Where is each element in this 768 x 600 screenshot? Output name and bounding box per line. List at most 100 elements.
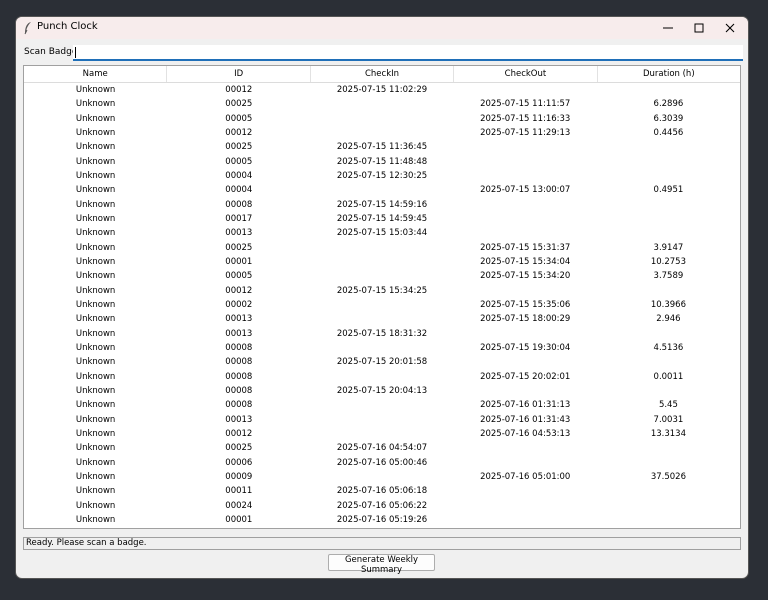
cell-name: Unknown (75, 113, 116, 124)
cell-id: 00012 (225, 428, 253, 439)
cell-name: Unknown (75, 314, 116, 325)
scan-badge-label: Scan Badge: (24, 47, 81, 57)
cell-checkout: 2025-07-16 01:31:13 (480, 400, 571, 411)
table-row[interactable]: Unknown 00024 2025-07-16 05:06:22 (24, 499, 740, 513)
cell-checkout (454, 169, 597, 183)
table-row[interactable]: Unknown 00008 2025-07-16 01:31:13 5.45 (24, 398, 740, 412)
cell-checkout (454, 384, 597, 398)
table-row[interactable]: Unknown 00008 2025-07-15 20:04:13 (24, 384, 740, 398)
close-icon (725, 23, 735, 33)
cell-name: Unknown (75, 213, 116, 224)
feather-icon (24, 22, 31, 35)
table-row[interactable]: Unknown 00004 2025-07-15 12:30:25 (24, 169, 740, 183)
cell-name: Unknown (75, 371, 116, 382)
table-row[interactable]: Unknown 00004 2025-07-15 13:00:07 0.4951 (24, 183, 740, 197)
cell-name: Unknown (75, 185, 116, 196)
table-row[interactable]: Unknown 00025 2025-07-15 11:11:57 6.2896 (24, 97, 740, 111)
cell-checkout (454, 155, 597, 169)
cell-id: 00005 (225, 156, 253, 167)
table-row[interactable]: Unknown 00005 2025-07-15 15:34:20 3.7589 (24, 269, 740, 283)
cell-duration: 5.45 (658, 400, 678, 411)
cell-name: Unknown (75, 342, 116, 353)
cell-checkout: 2025-07-15 19:30:04 (480, 342, 571, 353)
cell-name: Unknown (75, 170, 116, 181)
table-row[interactable]: Unknown 00012 2025-07-15 11:29:13 0.4456 (24, 126, 740, 140)
cell-checkout: 2025-07-16 01:31:43 (480, 414, 571, 425)
table-row[interactable]: Unknown 00025 2025-07-16 04:54:07 (24, 441, 740, 455)
table-row[interactable]: Unknown 00011 2025-07-16 05:06:18 (24, 484, 740, 498)
cell-name: Unknown (75, 471, 116, 482)
scan-row: Scan Badge: (16, 44, 748, 62)
table-row[interactable]: Unknown 00001 2025-07-16 05:19:26 (24, 513, 740, 527)
cell-checkout (454, 499, 597, 513)
cell-checkout: 2025-07-15 15:34:04 (480, 256, 571, 267)
cell-name: Unknown (75, 357, 116, 368)
generate-weekly-summary-button[interactable]: Generate Weekly Summary (328, 554, 435, 575)
table-row[interactable]: Unknown 00006 2025-07-16 05:00:46 (24, 456, 740, 470)
cell-checkin: 2025-07-15 18:31:32 (336, 328, 428, 339)
table-row[interactable]: Unknown 00001 2025-07-15 15:34:04 10.2753 (24, 255, 740, 269)
punch-table[interactable]: Name ID CheckIn CheckOut Duration (h) Un… (23, 65, 741, 529)
column-header-id[interactable]: ID (167, 66, 311, 82)
table-row[interactable]: Unknown 00013 2025-07-15 18:00:29 2.946 (24, 312, 740, 326)
table-row[interactable]: Unknown 00012 2025-07-15 15:34:25 (24, 284, 740, 298)
cell-id: 00009 (225, 471, 253, 482)
table-row[interactable]: Unknown 00012 2025-07-16 04:53:13 13.3134 (24, 427, 740, 441)
cell-checkin: 2025-07-16 05:00:46 (336, 457, 428, 468)
cell-name: Unknown (75, 99, 116, 110)
cell-name: Unknown (75, 457, 116, 468)
cell-name: Unknown (75, 414, 116, 425)
cell-checkin (310, 112, 453, 126)
scan-badge-input[interactable] (73, 45, 743, 61)
cell-checkout (454, 441, 597, 455)
table-row[interactable]: Unknown 00013 2025-07-15 15:03:44 (24, 226, 740, 240)
cell-id: 00013 (225, 314, 253, 325)
column-header-name[interactable]: Name (24, 66, 168, 82)
table-row[interactable]: Unknown 00008 2025-07-15 19:30:04 4.5136 (24, 341, 740, 355)
cell-checkin (310, 470, 453, 484)
cell-id: 00005 (225, 271, 253, 282)
column-header-checkout[interactable]: CheckOut (454, 66, 598, 82)
cell-checkout (454, 140, 597, 154)
cell-name: Unknown (75, 285, 116, 296)
table-row[interactable]: Unknown 00012 2025-07-15 11:02:29 (24, 83, 740, 97)
title-bar[interactable]: Punch Clock (16, 17, 748, 39)
table-row[interactable]: Unknown 00005 2025-07-15 11:16:33 6.3039 (24, 112, 740, 126)
table-row[interactable]: Unknown 00009 2025-07-16 05:01:00 37.5026 (24, 470, 740, 484)
cell-duration (597, 198, 740, 212)
cell-duration: 0.4456 (653, 127, 684, 138)
table-row[interactable]: Unknown 00013 2025-07-16 01:31:43 7.0031 (24, 413, 740, 427)
cell-checkout (454, 513, 597, 527)
table-row[interactable]: Unknown 00005 2025-07-15 11:48:48 (24, 155, 740, 169)
cell-checkin: 2025-07-15 20:01:58 (336, 357, 428, 368)
cell-id: 00008 (225, 400, 253, 411)
column-header-checkin[interactable]: CheckIn (311, 66, 455, 82)
cell-duration: 10.3966 (650, 299, 686, 310)
cell-checkout: 2025-07-15 15:35:06 (480, 299, 571, 310)
cell-checkin (310, 241, 453, 255)
cell-name: Unknown (75, 271, 116, 282)
cell-duration (597, 169, 740, 183)
maximize-icon (694, 23, 704, 33)
minimize-button[interactable] (652, 17, 684, 39)
table-row[interactable]: Unknown 00002 2025-07-15 15:35:06 10.3966 (24, 298, 740, 312)
cell-checkin (310, 312, 453, 326)
cell-checkin: 2025-07-15 11:02:29 (336, 85, 428, 95)
cell-duration: 10.2753 (650, 256, 686, 267)
cell-id: 00001 (225, 514, 253, 525)
table-row[interactable]: Unknown 00008 2025-07-15 14:59:16 (24, 198, 740, 212)
cell-id: 00025 (225, 242, 253, 253)
column-header-duration[interactable]: Duration (h) (598, 66, 740, 82)
table-row[interactable]: Unknown 00017 2025-07-15 14:59:45 (24, 212, 740, 226)
table-row[interactable]: Unknown 00025 2025-07-15 11:36:45 (24, 140, 740, 154)
close-button[interactable] (714, 17, 746, 39)
table-row[interactable]: Unknown 00008 2025-07-15 20:01:58 (24, 355, 740, 369)
table-row[interactable]: Unknown 00025 2025-07-15 15:31:37 3.9147 (24, 241, 740, 255)
cell-checkin: 2025-07-15 11:48:48 (336, 156, 428, 167)
maximize-button[interactable] (683, 17, 715, 39)
cell-checkout (454, 212, 597, 226)
table-row[interactable]: Unknown 00013 2025-07-15 18:31:32 (24, 327, 740, 341)
cell-checkout (454, 226, 597, 240)
table-row[interactable]: Unknown 00008 2025-07-15 20:02:01 0.0011 (24, 370, 740, 384)
cell-name: Unknown (75, 400, 116, 411)
